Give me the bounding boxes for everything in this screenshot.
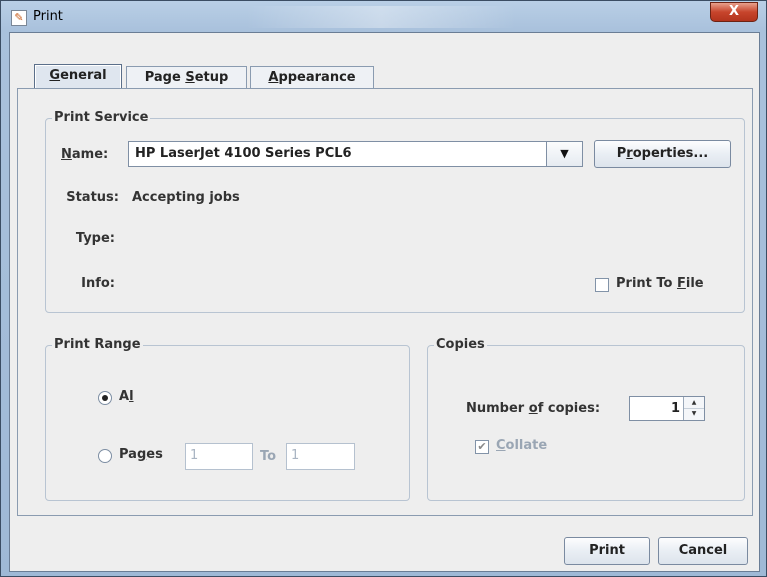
properties-label-pre: P <box>616 146 627 161</box>
printer-name-value: HP LaserJet 4100 Series PCL6 <box>135 146 352 161</box>
all-label[interactable]: Al <box>119 389 134 404</box>
tab-page-setup[interactable]: Page Setup <box>126 66 247 88</box>
close-button[interactable]: X <box>710 2 758 22</box>
name-label-mnemonic: N <box>61 147 72 162</box>
tab-appearance[interactable]: Appearance <box>250 66 374 88</box>
check-icon: ✔ <box>477 440 487 453</box>
printer-name-combobox[interactable]: HP LaserJet 4100 Series PCL6 ▼ <box>128 141 583 167</box>
tab-page-setup-label-pre: Page <box>144 70 186 85</box>
all-mnemonic: l <box>129 389 134 404</box>
tab-appearance-label: ppearance <box>278 70 356 85</box>
number-of-copies-label-post: f copies: <box>537 401 601 416</box>
window-title: Print <box>33 9 63 24</box>
tab-appearance-mnemonic: A <box>268 70 279 85</box>
java-app-icon[interactable]: ✎ <box>11 10 27 26</box>
copies-group: Copies <box>427 337 745 501</box>
print-to-file-checkbox[interactable] <box>595 278 609 292</box>
to-label: To <box>260 449 277 464</box>
pages-radio[interactable] <box>98 449 112 463</box>
name-label: Name: <box>61 147 117 162</box>
dropdown-arrow-icon[interactable]: ▼ <box>546 142 582 166</box>
all-radio[interactable] <box>98 391 112 405</box>
tab-general-label: eneral <box>60 68 107 83</box>
tab-page-setup-mnemonic: S <box>185 70 195 85</box>
number-of-copies-mnemonic: o <box>528 401 538 416</box>
collate-label-post: ollate <box>505 438 548 453</box>
number-of-copies-label-pre: Number <box>466 401 529 416</box>
pages-label-pre: Pa <box>119 447 137 462</box>
spinner-down-icon[interactable]: ▼ <box>684 408 704 419</box>
pages-from-input[interactable]: 1 <box>185 443 253 470</box>
all-label-pre: A <box>119 389 130 404</box>
properties-button[interactable]: Properties... <box>594 140 731 168</box>
spinner-buttons: ▲ ▼ <box>683 397 704 420</box>
number-of-copies-spinner[interactable]: 1 ▲ ▼ <box>629 396 705 421</box>
close-icon: X <box>728 4 740 19</box>
pages-to-input[interactable]: 1 <box>286 443 355 470</box>
properties-label-post: operties... <box>632 146 709 161</box>
type-label: Type: <box>75 231 115 246</box>
window-frame: ✎ Print X General Page Setup Appearance … <box>0 0 767 577</box>
print-service-group-title: Print Service <box>52 110 151 125</box>
pages-label[interactable]: Pages <box>119 447 163 462</box>
status-label: Status: <box>66 190 119 205</box>
tab-page-setup-label-post: etup <box>194 70 229 85</box>
collate-checkbox[interactable]: ✔ <box>475 440 489 454</box>
print-to-file-label[interactable]: Print To File <box>616 276 704 291</box>
print-to-file-label-pre: Print To <box>616 276 677 291</box>
print-to-file-label-post: ile <box>685 276 704 291</box>
collate-label[interactable]: Collate <box>496 438 547 453</box>
name-label-rest: ame: <box>71 147 109 162</box>
radio-selected-dot <box>102 395 108 401</box>
collate-mnemonic: C <box>496 438 506 453</box>
pages-label-post: es <box>146 447 163 462</box>
number-of-copies-value: 1 <box>670 401 680 416</box>
status-value: Accepting jobs <box>132 190 240 205</box>
print-range-group: Print Range <box>45 337 410 501</box>
title-bar[interactable]: ✎ Print X <box>1 1 766 33</box>
pages-mnemonic: g <box>136 447 147 462</box>
cancel-button[interactable]: Cancel <box>658 537 748 565</box>
tab-general-mnemonic: G <box>49 68 61 83</box>
title-glow <box>246 6 516 28</box>
info-label: Info: <box>81 276 115 291</box>
print-range-group-title: Print Range <box>52 337 143 352</box>
copies-group-title: Copies <box>434 337 487 352</box>
print-to-file-mnemonic: F <box>677 276 686 291</box>
tab-general[interactable]: General <box>34 64 122 89</box>
print-button[interactable]: Print <box>564 537 650 565</box>
number-of-copies-label: Number of copies: <box>466 401 600 416</box>
